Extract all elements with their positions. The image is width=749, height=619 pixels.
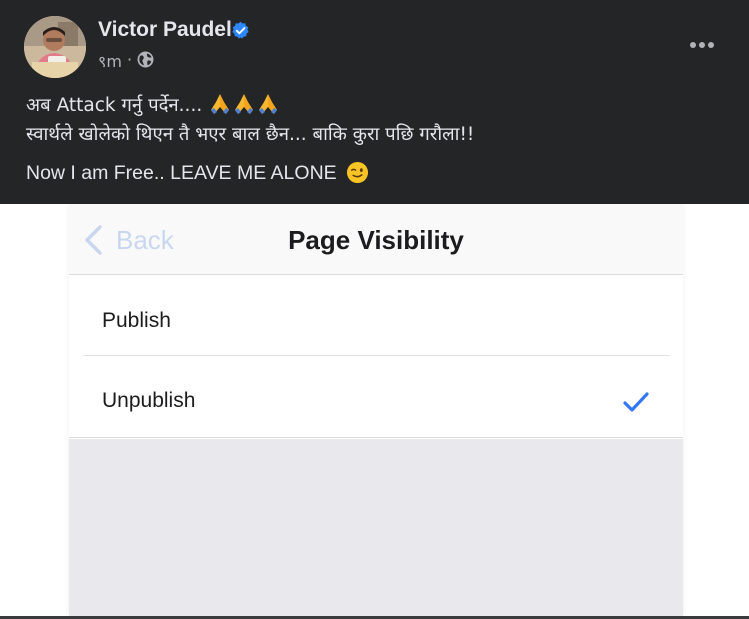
option-publish-label: Publish bbox=[102, 309, 171, 332]
verified-badge-icon bbox=[232, 21, 249, 39]
checkmark-icon bbox=[623, 392, 649, 412]
option-publish: Publish bbox=[69, 275, 683, 355]
more-options-button[interactable] bbox=[682, 27, 722, 63]
folded-hands-icon bbox=[259, 94, 278, 114]
winking-face-icon bbox=[347, 161, 369, 184]
meta-separator: · bbox=[127, 50, 133, 69]
visibility-options-list: Publish Unpublish bbox=[69, 275, 683, 438]
option-unpublish-label: Unpublish bbox=[102, 389, 196, 412]
post-text-line-2: स्वार्थले खोलेको थिएन तै भएर बाल छैन... … bbox=[26, 124, 475, 145]
post-time[interactable]: ९m bbox=[98, 50, 122, 72]
post-header: Victor Paudel ९m · bbox=[0, 0, 749, 90]
avatar[interactable] bbox=[24, 16, 86, 78]
post-image-attachment[interactable]: Back Page Visibility Publish Unpublish bbox=[0, 204, 749, 616]
folded-hands-icon bbox=[211, 94, 230, 114]
post-text-line-1: अब Attack गर्नु पर्देन.... bbox=[26, 92, 280, 120]
post-text-line-1-text: अब Attack गर्नु पर्देन.... bbox=[26, 95, 209, 116]
empty-grouped-background bbox=[69, 439, 683, 616]
globe-icon[interactable] bbox=[137, 51, 154, 68]
folded-hands-icon bbox=[235, 94, 254, 114]
post-text-line-3: Now I am Free.. LEAVE ME ALONE bbox=[26, 159, 369, 187]
author-name[interactable]: Victor Paudel bbox=[98, 18, 232, 42]
option-unpublish: Unpublish bbox=[69, 356, 683, 436]
page-visibility-title: Page Visibility bbox=[288, 225, 464, 255]
more-horizontal-icon bbox=[690, 42, 714, 48]
avatar-image bbox=[24, 16, 86, 78]
post-text-line-3-text: Now I am Free.. LEAVE ME ALONE bbox=[26, 162, 343, 184]
ios-nav-bar: Back Page Visibility bbox=[69, 204, 683, 275]
screenshot-page-visibility: Back Page Visibility Publish Unpublish bbox=[69, 204, 683, 616]
